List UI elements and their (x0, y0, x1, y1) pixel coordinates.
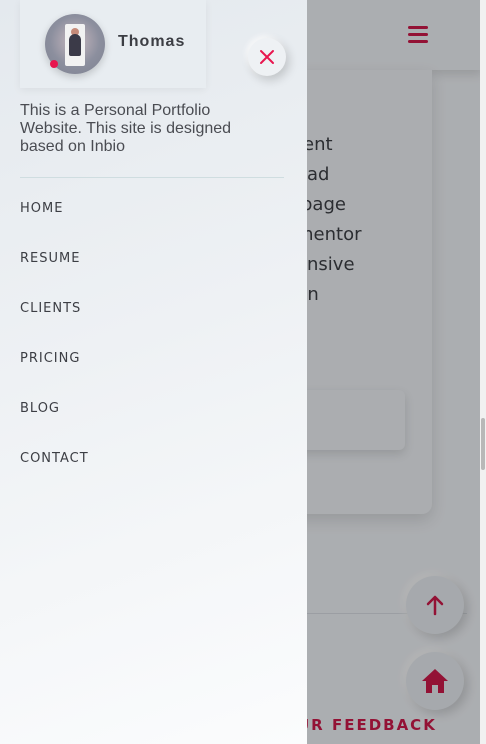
side-nav: HOME RESUME CLIENTS PRICING BLOG CONTACT (20, 200, 89, 500)
side-menu-panel: Thomas This is a Personal Portfolio Webs… (0, 0, 307, 744)
close-button[interactable] (248, 38, 286, 76)
status-dot (50, 60, 58, 68)
close-icon (260, 50, 274, 64)
nav-item-clients[interactable]: CLIENTS (20, 300, 89, 350)
nav-item-blog[interactable]: BLOG (20, 400, 89, 450)
scrollbar-thumb[interactable] (481, 418, 485, 470)
scrollbar-track[interactable] (480, 0, 486, 744)
nav-item-contact[interactable]: CONTACT (20, 450, 89, 500)
nav-item-home[interactable]: HOME (20, 200, 89, 250)
profile-name: Thomas (118, 33, 186, 50)
profile-description: This is a Personal Portfolio Website. Th… (20, 102, 232, 155)
divider (20, 177, 284, 178)
profile-card[interactable]: Thomas (20, 0, 206, 88)
nav-item-pricing[interactable]: PRICING (20, 350, 89, 400)
nav-item-resume[interactable]: RESUME (20, 250, 89, 300)
